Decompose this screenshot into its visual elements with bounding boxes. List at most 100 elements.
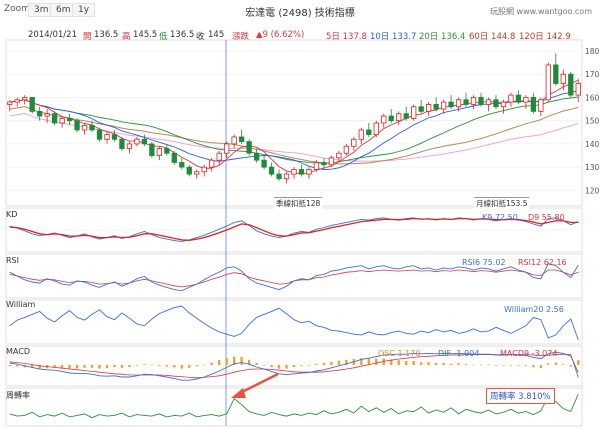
macd-osc-bar (195, 365, 198, 367)
macd-osc-bar (442, 363, 445, 365)
william-value: William20 2.56 (504, 305, 564, 314)
price-tick-label: 170 (585, 70, 600, 79)
candle-body (253, 152, 260, 161)
macd-osc-bar (479, 364, 483, 366)
macd-osc-bar (524, 365, 528, 366)
rsi-panel-label: RSI (6, 256, 19, 265)
candle-body (440, 101, 447, 110)
macd-osc-bar (509, 365, 513, 366)
macd-osc-bar (554, 362, 558, 365)
candle-body (575, 83, 581, 96)
candle-body (224, 143, 230, 154)
candle-body (194, 171, 200, 175)
macd-osc-bar (292, 365, 296, 367)
candle-body (179, 162, 185, 168)
macd-osc-bar (449, 363, 453, 365)
candle-body (119, 138, 125, 149)
highlight-arrow-shaft (237, 372, 279, 396)
macd-osc-bar (75, 365, 79, 369)
candle-body (291, 169, 297, 175)
candle-body (238, 136, 245, 142)
macd-osc-bar (180, 365, 183, 369)
macd-osc-bar (165, 365, 169, 367)
candle-body (283, 173, 290, 180)
candle-body (508, 94, 514, 103)
macd-osc-bar (105, 365, 109, 369)
candle-body (44, 113, 50, 117)
candle-body (463, 99, 469, 105)
rsi12-line (9, 269, 579, 288)
candle-body (37, 110, 43, 117)
candle-body (388, 115, 394, 122)
macd-osc-bar (120, 365, 124, 368)
macd-osc-bar (8, 365, 11, 367)
candle-body (523, 97, 529, 103)
macd-osc-bar (240, 357, 243, 365)
macd-osc-bar (255, 363, 258, 365)
candle-body (104, 134, 110, 140)
candle-body (351, 138, 357, 147)
candle-body (276, 173, 282, 180)
candle-body (201, 166, 207, 173)
macd-osc-bar (427, 362, 430, 365)
quote-high-label: 高 (122, 32, 131, 42)
macd-osc-bar (135, 365, 139, 366)
william-line (9, 305, 579, 341)
candle-body (448, 101, 454, 108)
candle-body (313, 162, 320, 170)
macd-osc-bar (412, 361, 415, 365)
rsi12-value: RSI12 62.16 (518, 258, 567, 267)
candle-body (358, 129, 364, 140)
candle-body (231, 136, 237, 145)
candle-body (268, 166, 275, 175)
macd-osc-bar (128, 365, 131, 367)
ma120-label: 120日 142.9 (519, 32, 571, 42)
candle-body (66, 117, 73, 122)
price-tick-label: 120 (585, 186, 600, 195)
macd-osc-bar (173, 365, 176, 368)
candle-body (216, 152, 222, 161)
candle-body (568, 73, 574, 96)
candle-body (96, 129, 103, 140)
candle-body (298, 169, 305, 175)
macd-osc-bar (188, 365, 191, 368)
macd-osc-bar (158, 365, 161, 366)
candle-body (14, 99, 20, 103)
candle-body (261, 159, 267, 168)
candle-body (209, 159, 215, 168)
macd-osc-bar (98, 365, 101, 369)
macd-osc-bar (285, 365, 288, 369)
candle-body (89, 124, 95, 131)
macd-osc-bar (143, 364, 146, 365)
macd-osc-bar (502, 365, 505, 366)
macd-osc-bar (547, 363, 550, 365)
candle-body (306, 169, 312, 175)
macd-osc-bar (210, 362, 213, 365)
candle-body (470, 97, 477, 105)
ma10-label: 10日 133.7 (370, 32, 417, 42)
macd-osc-value: OSC 1.170 (378, 349, 421, 358)
macd-osc-bar (203, 364, 206, 366)
macd-osc-bar (405, 361, 408, 365)
quote-open-label: 開 (83, 32, 92, 42)
quote-high: 145.5 (133, 30, 158, 40)
macd-osc-bar (472, 364, 475, 366)
candle-body (366, 129, 372, 136)
ma5-label: 5日 137.8 (326, 32, 367, 42)
macd-osc-bar (539, 365, 543, 369)
candle-body (530, 97, 537, 112)
macd-osc-bar (330, 361, 333, 365)
highlight-arrow-head (231, 388, 246, 398)
macd-osc-bar (577, 360, 580, 365)
candle-body (433, 104, 439, 110)
quote-change: ▲9 (6.62%) (256, 30, 305, 40)
candle-body (403, 113, 409, 119)
candle-body (156, 148, 162, 156)
macd-osc-bar (277, 365, 281, 369)
candle-body (500, 101, 507, 108)
macd-osc-bar (307, 365, 311, 366)
ma60-line (9, 106, 579, 165)
candle-body (545, 64, 551, 101)
macd-osc-bar (225, 358, 228, 365)
macd-panel-label: MACD (6, 347, 30, 356)
